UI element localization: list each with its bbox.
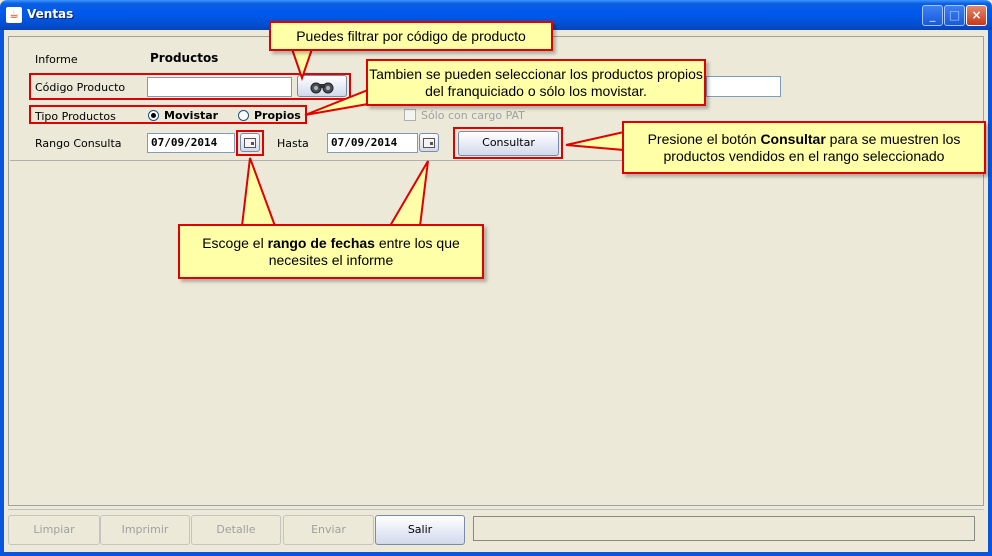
callout-consultar: Presione el botón Consultar para se mues…: [622, 121, 986, 174]
callout-fechas-bold: rango de fechas: [267, 235, 375, 251]
callout-consultar-pre: Presione el botón: [647, 131, 761, 147]
callout-pointer-tipo: [304, 88, 369, 116]
callout-fechas: Escoge el rango de fechas entre los que …: [178, 224, 484, 279]
callout-pointer-codigo: [290, 48, 314, 82]
callout-pointer-fecha-desde: [240, 157, 277, 227]
callout-pointer-fecha-hasta: [388, 160, 429, 227]
callout-codigo: Puedes filtrar por código de producto: [269, 21, 553, 51]
callout-consultar-bold: Consultar: [760, 131, 826, 147]
callout-fechas-pre: Escoge el: [202, 235, 268, 251]
callout-tipo: Tambien se pueden seleccionar los produc…: [366, 59, 706, 106]
callout-pointer-consultar: [565, 130, 625, 152]
